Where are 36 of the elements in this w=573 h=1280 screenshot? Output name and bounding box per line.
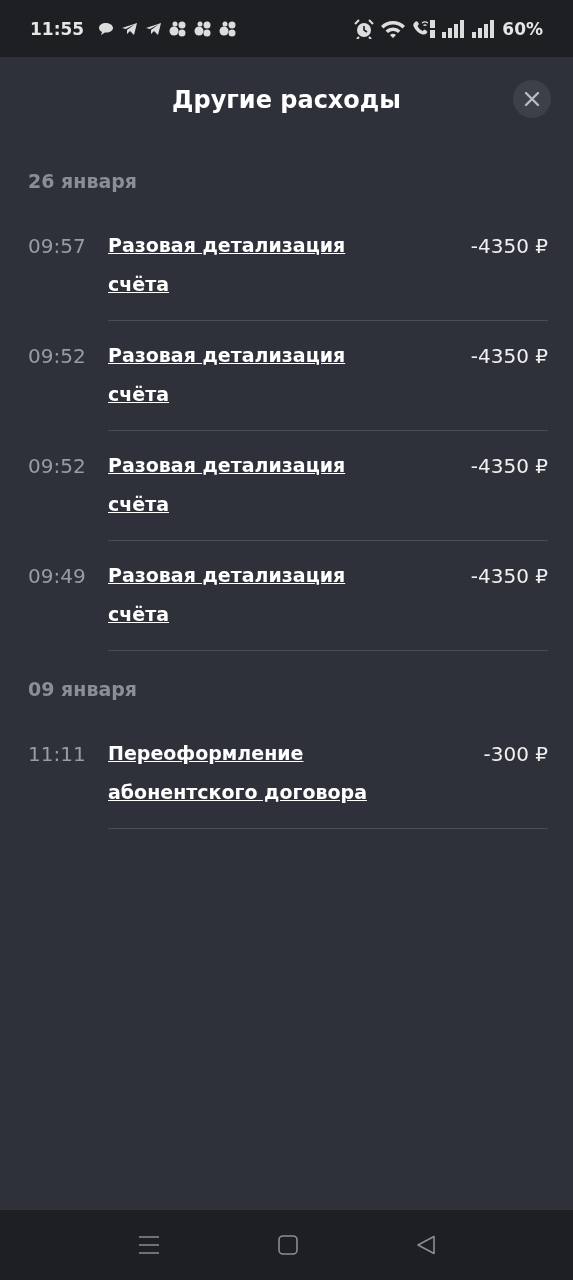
date-header: 26 января [27,169,139,194]
paper-plane-icon [121,21,139,36]
expense-time: 09:49 [28,563,87,590]
expense-link[interactable]: Разовая детализация счёта [108,446,398,524]
expense-time: 09:52 [28,453,87,480]
expense-link[interactable]: Разовая детализация счёта [108,336,398,414]
dots-cluster-icon [169,20,188,37]
chat-bubble-icon [98,21,115,36]
battery-percent: 60% [502,18,543,39]
expense-link[interactable]: Переоформление абонентского договора [108,734,398,812]
sheet-title: Другие расходы [172,86,401,114]
expense-time: 11:11 [28,741,87,768]
dots-cluster-icon [219,20,238,37]
expense-link[interactable]: Разовая детализация счёта [108,226,398,304]
expense-amount: -4350 ₽ [470,233,548,260]
expense-time: 09:57 [28,233,87,260]
signal-icon [442,19,467,38]
close-icon [524,91,540,107]
alarm-clock-icon [354,18,375,39]
expense-amount: -4350 ₽ [470,563,548,590]
signal-icon [472,19,497,38]
home-square-icon[interactable] [277,1235,298,1255]
close-button[interactable] [513,80,551,118]
expense-time: 09:52 [28,343,87,370]
clock: 11:55 [30,18,85,39]
wifi-call-icon [412,18,437,39]
paper-plane-icon [145,21,163,36]
dots-cluster-icon [194,20,213,37]
expense-amount: -4350 ₽ [470,453,548,480]
expense-amount: -4350 ₽ [470,343,548,370]
expense-amount: -300 ₽ [483,741,548,768]
date-header: 09 января [27,677,139,702]
expense-link[interactable]: Разовая детализация счёта [108,556,398,634]
back-triangle-icon[interactable] [415,1235,436,1255]
menu-icon[interactable] [137,1235,160,1255]
wifi-icon [380,19,407,38]
